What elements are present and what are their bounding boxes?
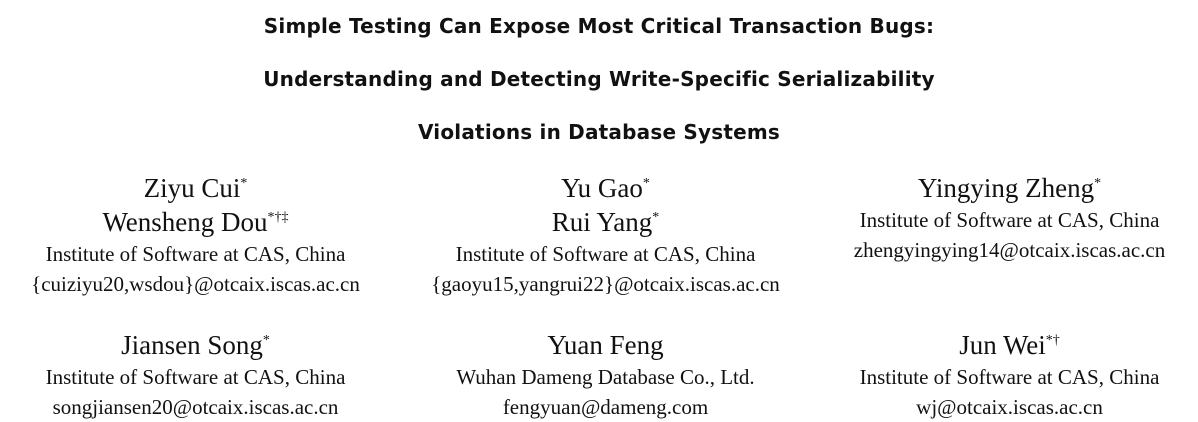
author-affiliation-marks: *† — [1045, 333, 1060, 348]
author-affiliation-marks: * — [262, 333, 270, 348]
author-email: zhengyingying14@otcaix.iscas.ac.cn — [853, 238, 1166, 262]
author-affiliation-marks: * — [642, 176, 650, 191]
author-affiliation: Wuhan Dameng Database Co., Ltd. — [456, 365, 755, 389]
author-affiliation: Institute of Software at CAS, China — [859, 208, 1160, 232]
title-line-2: Understanding and Detecting Write-Specif… — [263, 67, 935, 91]
author-block-wei: Jun Wei*† Institute of Software at CAS, … — [810, 328, 1198, 422]
title-line-1: Simple Testing Can Expose Most Critical … — [263, 14, 935, 38]
author-affiliation: Institute of Software at CAS, China — [859, 365, 1160, 389]
author-name-text: Yuan Feng — [547, 330, 664, 360]
author-email: wj@otcaix.iscas.ac.cn — [916, 395, 1103, 419]
author-affiliation-marks: * — [1094, 176, 1102, 191]
author-affiliation: Institute of Software at CAS, China — [455, 242, 756, 266]
author-name: Rui Yang* — [406, 205, 805, 239]
author-email: {gaoyu15,yangrui22}@otcaix.iscas.ac.cn — [431, 272, 780, 296]
author-name: Ziyu Cui* — [0, 171, 395, 205]
author-name: Yu Gao* — [406, 171, 805, 205]
author-name: Jiansen Song* — [0, 328, 395, 362]
author-block-cui-dou: Ziyu Cui* Wensheng Dou*†‡ Institute of S… — [0, 171, 395, 299]
author-name: Yuan Feng — [406, 328, 805, 362]
author-block-feng: Yuan Feng Wuhan Dameng Database Co., Ltd… — [406, 328, 805, 422]
author-block-song: Jiansen Song* Institute of Software at C… — [0, 328, 395, 422]
author-name-text: Jun Wei — [959, 330, 1046, 360]
author-affiliation: Institute of Software at CAS, China — [45, 242, 346, 266]
author-name-text: Wensheng Dou — [102, 207, 268, 237]
author-name-text: Yingying Zheng — [917, 173, 1095, 203]
author-name: Yingying Zheng* — [810, 171, 1198, 205]
author-email: fengyuan@dameng.com — [502, 395, 709, 419]
author-name-text: Rui Yang — [551, 207, 653, 237]
author-block-gao-yang: Yu Gao* Rui Yang* Institute of Software … — [406, 171, 805, 299]
author-name-text: Jiansen Song — [121, 330, 263, 360]
author-affiliation-marks: * — [652, 210, 660, 225]
author-name: Jun Wei*† — [810, 328, 1198, 362]
author-affiliation-marks: *†‡ — [267, 210, 289, 225]
author-email: {cuiziyu20,wsdou}@otcaix.iscas.ac.cn — [31, 272, 360, 296]
author-name-text: Yu Gao — [561, 173, 643, 203]
author-name-text: Ziyu Cui — [143, 173, 241, 203]
title-line-3: Violations in Database Systems — [417, 120, 780, 144]
paper-title: Simple Testing Can Expose Most Critical … — [0, 0, 1198, 159]
author-name: Wensheng Dou*†‡ — [0, 205, 395, 239]
author-affiliation: Institute of Software at CAS, China — [45, 365, 346, 389]
author-email: songjiansen20@otcaix.iscas.ac.cn — [52, 395, 339, 419]
author-affiliation-marks: * — [240, 176, 248, 191]
author-block-zheng: Yingying Zheng* Institute of Software at… — [810, 171, 1198, 265]
